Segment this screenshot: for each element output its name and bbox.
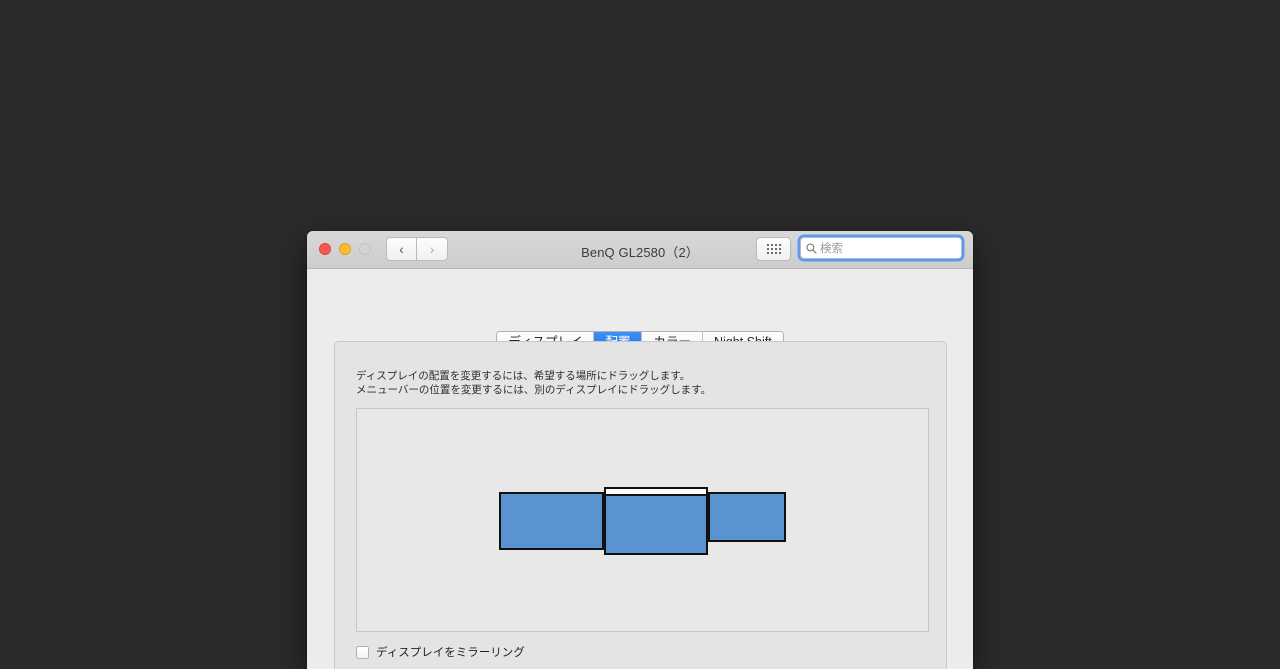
instructions-line-1: ディスプレイの配置を変更するには、希望する場所にドラッグします。 (356, 370, 691, 382)
mirror-displays-checkbox[interactable] (356, 645, 369, 659)
search-icon (806, 242, 817, 254)
search-field[interactable]: 検索 (800, 237, 962, 259)
search-placeholder: 検索 (820, 243, 843, 255)
window-titlebar: ‹ › BenQ GL2580（2） 検索 (307, 231, 973, 269)
display-rect-right[interactable] (708, 492, 786, 542)
instructions-text: ディスプレイの配置を変更するには、希望する場所にドラッグします。 メニューバーの… (356, 370, 711, 397)
arrangement-panel: ディスプレイの配置を変更するには、希望する場所にドラッグします。 メニューバーの… (334, 341, 947, 669)
system-preferences-window: ‹ › BenQ GL2580（2） 検索 ディスプレイの配置を変更するには、希… (307, 231, 973, 669)
display-arrangement-area[interactable] (356, 408, 929, 632)
mirror-displays-row[interactable]: ディスプレイをミラーリング (356, 644, 525, 660)
instructions-line-2: メニューバーの位置を変更するには、別のディスプレイにドラッグします。 (356, 383, 712, 396)
mirror-displays-label: ディスプレイをミラーリング (376, 645, 525, 659)
menu-bar-strip[interactable] (606, 489, 706, 496)
display-rect-center[interactable] (604, 487, 708, 555)
window-body: ディスプレイ 配置 カラー Night Shift ディスプレイの配置を変更する… (307, 269, 973, 669)
display-rect-left[interactable] (499, 492, 604, 550)
